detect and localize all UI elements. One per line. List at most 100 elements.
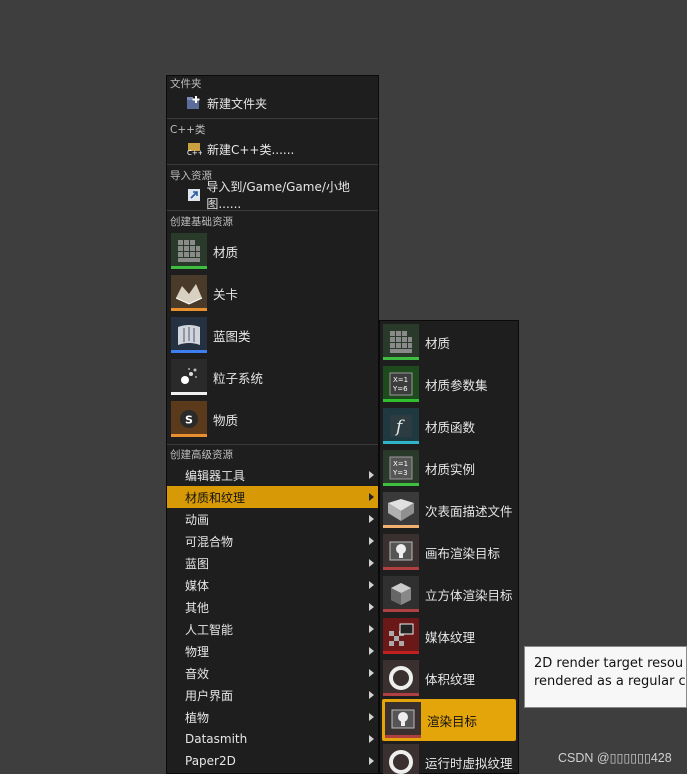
submenu-arrow-icon bbox=[369, 647, 374, 655]
submenu-user-interface[interactable]: 用户界面 bbox=[167, 684, 378, 706]
submenu-editor-utilities[interactable]: 编辑器工具 bbox=[167, 464, 378, 486]
svg-text:Y=6: Y=6 bbox=[392, 385, 408, 393]
svg-text:X=1: X=1 bbox=[393, 460, 408, 468]
submenu-blueprint[interactable]: 蓝图 bbox=[167, 552, 378, 574]
svg-text:C++: C++ bbox=[187, 149, 202, 156]
svg-text:S: S bbox=[185, 414, 193, 427]
asset-type-color-bar bbox=[171, 350, 207, 353]
asset-label: 渲染目标 bbox=[427, 713, 478, 729]
submenu-label: 物理 bbox=[185, 644, 210, 659]
basic-asset-level[interactable]: 关卡 bbox=[167, 273, 378, 313]
submenu-label: 其他 bbox=[185, 600, 210, 615]
asset-type-color-bar bbox=[171, 266, 207, 269]
submenu-arrow-icon bbox=[369, 559, 374, 567]
submenu-animation[interactable]: 动画 bbox=[167, 508, 378, 530]
submenu-physics[interactable]: 物理 bbox=[167, 640, 378, 662]
separator bbox=[167, 210, 378, 211]
basic-asset-blueprint-class[interactable]: 蓝图类 bbox=[167, 315, 378, 355]
asset-label: 粒子系统 bbox=[213, 370, 264, 386]
submenu-item-runtime-virtual-texture[interactable]: 运行时虚拟纹理 bbox=[380, 741, 518, 774]
asset-label: 运行时虚拟纹理 bbox=[425, 755, 513, 771]
section-header-basic-assets: 创建基础资源 bbox=[170, 216, 233, 228]
subsurface-profile-icon bbox=[383, 492, 419, 528]
watermark: CSDN @▯▯▯▯▯▯428 bbox=[558, 751, 672, 765]
basic-asset-substance[interactable]: S 物质 bbox=[167, 399, 378, 439]
submenu-item-subsurface-profile[interactable]: 次表面描述文件 bbox=[380, 489, 518, 531]
material-parameter-collection-icon: X=1 Y=6 bbox=[383, 366, 419, 402]
submenu-item-material-parameter-collection[interactable]: X=1 Y=6 材质参数集 bbox=[380, 363, 518, 405]
basic-asset-particle-system[interactable]: 粒子系统 bbox=[167, 357, 378, 397]
particle-system-icon bbox=[171, 359, 207, 395]
asset-label: 材质参数集 bbox=[425, 377, 488, 393]
asset-tooltip: 2D render target resou rendered as a reg… bbox=[524, 646, 687, 708]
asset-type-color-bar bbox=[383, 441, 419, 444]
asset-type-color-bar bbox=[383, 525, 419, 528]
submenu-label: 可混合物 bbox=[185, 534, 234, 549]
submenu-item-media-texture[interactable]: 媒体纹理 bbox=[380, 615, 518, 657]
media-texture-icon bbox=[383, 618, 419, 654]
runtime-virtual-texture-icon bbox=[383, 744, 419, 774]
import-to-menu-item[interactable]: 导入到/Game/Game/小地图...... bbox=[167, 180, 378, 211]
submenu-foliage[interactable]: 植物 bbox=[167, 706, 378, 728]
content-browser-context-menu: 文件夹 新建文件夹 C++类 C++ 新建C++类...... 导入资源 导入到… bbox=[166, 75, 379, 774]
submenu-arrow-icon bbox=[369, 493, 374, 501]
section-header-advanced-assets: 创建高级资源 bbox=[170, 449, 233, 461]
submenu-label: Paper2D bbox=[185, 754, 236, 768]
cpp-class-icon: C++ bbox=[185, 140, 203, 158]
submenu-item-canvas-render-target[interactable]: 画布渲染目标 bbox=[380, 531, 518, 573]
submenu-item-material-instance[interactable]: X=1 Y=3 材质实例 bbox=[380, 447, 518, 489]
asset-type-color-bar bbox=[171, 434, 207, 437]
submenu-item-cube-render-target[interactable]: 立方体渲染目标 bbox=[380, 573, 518, 615]
submenu-miscellaneous[interactable]: 其他 bbox=[167, 596, 378, 618]
material-icon bbox=[383, 324, 419, 360]
asset-label: 画布渲染目标 bbox=[425, 545, 501, 561]
submenu-blendables[interactable]: 可混合物 bbox=[167, 530, 378, 552]
submenu-materials-and-textures[interactable]: 材质和纹理 bbox=[167, 486, 378, 508]
submenu-item-material-function[interactable]: f 材质函数 bbox=[380, 405, 518, 447]
substance-icon: S bbox=[171, 401, 207, 437]
asset-type-color-bar bbox=[383, 399, 419, 402]
submenu-artificial-intelligence[interactable]: 人工智能 bbox=[167, 618, 378, 640]
asset-label: 物质 bbox=[213, 412, 239, 428]
submenu-media[interactable]: 媒体 bbox=[167, 574, 378, 596]
asset-type-color-bar bbox=[385, 735, 421, 738]
new-folder-icon bbox=[185, 94, 203, 112]
render-target-icon bbox=[385, 702, 421, 738]
asset-type-color-bar bbox=[383, 693, 419, 696]
basic-asset-material[interactable]: 材质 bbox=[167, 231, 378, 271]
asset-label: 媒体纹理 bbox=[425, 629, 476, 645]
submenu-arrow-icon bbox=[369, 691, 374, 699]
submenu-label: 植物 bbox=[185, 710, 210, 725]
material-instance-icon: X=1 Y=3 bbox=[383, 450, 419, 486]
separator bbox=[167, 164, 378, 165]
asset-label: 立方体渲染目标 bbox=[425, 587, 513, 603]
material-function-icon: f bbox=[383, 408, 419, 444]
submenu-arrow-icon bbox=[369, 625, 374, 633]
submenu-label: 材质和纹理 bbox=[185, 490, 246, 505]
separator bbox=[167, 118, 378, 119]
asset-label: 关卡 bbox=[213, 286, 239, 302]
submenu-item-material[interactable]: 材质 bbox=[380, 321, 518, 363]
submenu-arrow-icon bbox=[369, 757, 374, 765]
submenu-label: 蓝图 bbox=[185, 556, 210, 571]
materials-textures-submenu: 材质 X=1 Y=6 材质参数集 f 材质函数 X=1 Y=3 材质实例 次表面描述… bbox=[379, 320, 519, 774]
asset-type-color-bar bbox=[383, 567, 419, 570]
submenu-arrow-icon bbox=[369, 603, 374, 611]
new-cpp-class-menu-item[interactable]: C++ 新建C++类...... bbox=[167, 138, 378, 160]
submenu-sounds[interactable]: 音效 bbox=[167, 662, 378, 684]
asset-type-color-bar bbox=[383, 357, 419, 360]
volume-texture-icon bbox=[383, 660, 419, 696]
asset-label: 次表面描述文件 bbox=[425, 503, 513, 519]
asset-label: 材质实例 bbox=[425, 461, 476, 477]
new-folder-menu-item[interactable]: 新建文件夹 bbox=[167, 92, 378, 114]
submenu-item-volume-texture[interactable]: 体积纹理 bbox=[380, 657, 518, 699]
submenu-label: 用户界面 bbox=[185, 688, 234, 703]
cube-render-target-icon bbox=[383, 576, 419, 612]
submenu-arrow-icon bbox=[369, 515, 374, 523]
asset-type-color-bar bbox=[383, 609, 419, 612]
submenu-datasmith[interactable]: Datasmith bbox=[167, 728, 378, 750]
submenu-paper2d[interactable]: Paper2D bbox=[167, 750, 378, 772]
asset-label: 材质 bbox=[213, 244, 239, 260]
submenu-item-render-target[interactable]: 渲染目标 bbox=[382, 699, 516, 741]
canvas-render-target-icon bbox=[383, 534, 419, 570]
